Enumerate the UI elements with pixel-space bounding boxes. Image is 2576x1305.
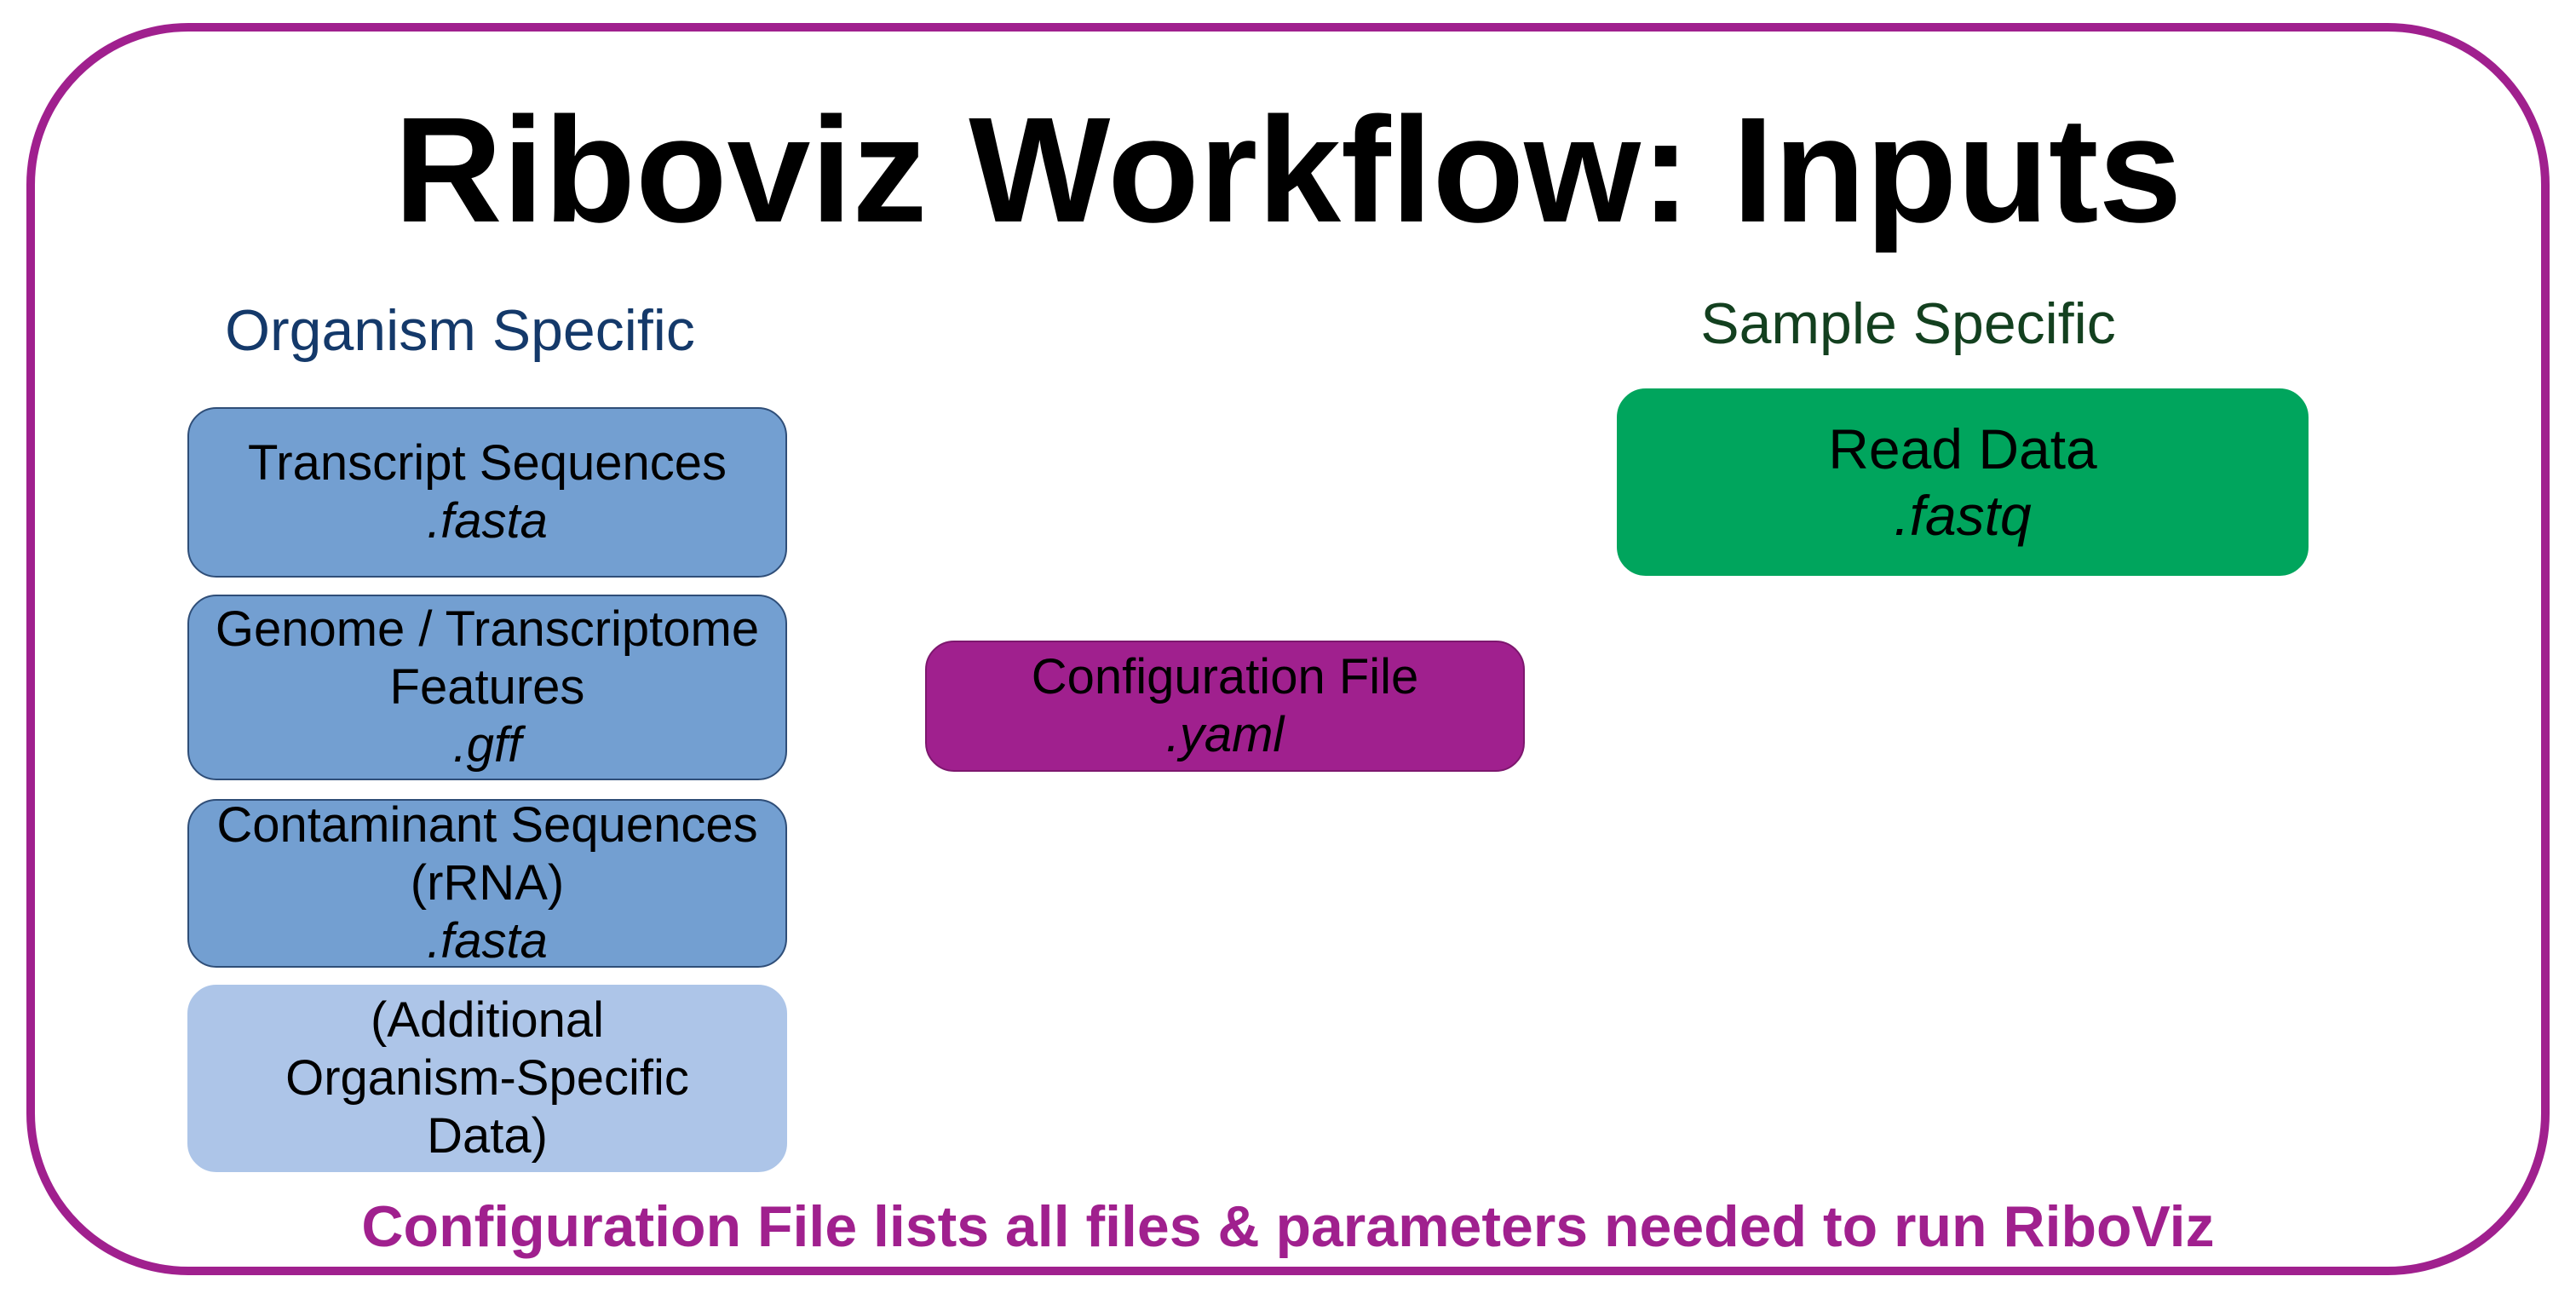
file-extension: .fastq (1894, 484, 2032, 547)
transcript-sequences-box: Transcript Sequences .fasta (187, 407, 787, 578)
file-extension: .yaml (1165, 707, 1285, 762)
box-label: (rRNA) (410, 855, 565, 911)
sample-specific-heading: Sample Specific (1700, 291, 2116, 356)
genome-features-box: Genome / Transcriptome Features .gff (187, 595, 787, 780)
diagram-title: Riboviz Workflow: Inputs (394, 87, 2182, 254)
box-label: Transcript Sequences (247, 435, 727, 491)
configuration-file-box: Configuration File .yaml (925, 641, 1525, 772)
box-label: Read Data (1828, 417, 2097, 480)
contaminant-sequences-box: Contaminant Sequences (rRNA) .fasta (187, 797, 787, 969)
box-label: Configuration File (1031, 649, 1419, 704)
box-label: (Additional (370, 992, 605, 1048)
box-label: Contaminant Sequences (216, 797, 758, 853)
box-label: Genome / Transcriptome (215, 601, 760, 657)
footer-note: Configuration File lists all files & par… (361, 1194, 2215, 1259)
file-extension: .fasta (427, 913, 548, 969)
file-extension: .gff (452, 717, 522, 773)
box-label: Organism-Specific (285, 1050, 689, 1106)
read-data-box: Read Data .fastq (1617, 388, 2309, 576)
box-label: Features (389, 659, 585, 715)
organism-specific-heading: Organism Specific (225, 298, 695, 363)
box-label: Data) (427, 1108, 548, 1164)
additional-data-box: (Additional Organism-Specific Data) (187, 985, 787, 1172)
file-extension: .fasta (427, 493, 548, 549)
